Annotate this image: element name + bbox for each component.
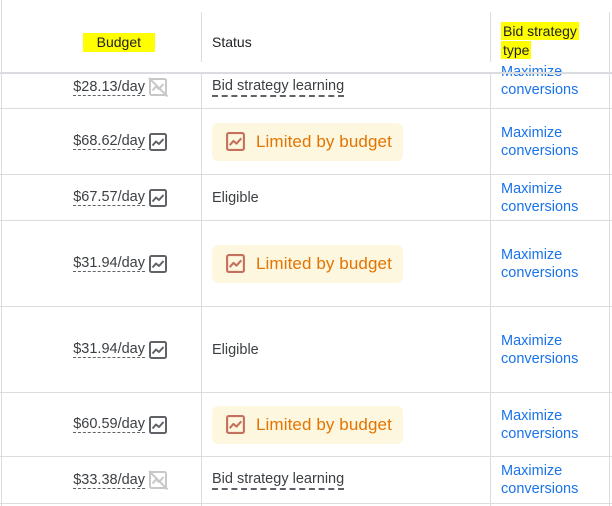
bid-header-label-line2: type — [501, 41, 532, 59]
bid-strategy-line1: Maximize — [501, 180, 563, 197]
budget-value[interactable]: $68.62/day — [73, 133, 145, 150]
bid-strategy-line2: conversions — [501, 264, 579, 281]
budget-cell: $31.94/day — [2, 221, 201, 306]
bid-strategy-cell: Maximize conversions — [491, 175, 612, 220]
budget-cell: $60.59/day — [2, 393, 201, 456]
status-header-label: Status — [212, 34, 252, 50]
bid-strategy-link[interactable]: Maximize conversions — [501, 124, 578, 160]
status-learning-label[interactable]: Bid strategy learning — [212, 78, 345, 97]
header-divider — [0, 72, 612, 74]
chart-icon[interactable] — [148, 340, 168, 360]
bid-header-label-line1: Bid strategy — [501, 22, 579, 40]
status-label: Limited by budget — [256, 414, 392, 434]
bid-strategy-line1: Maximize — [501, 124, 563, 141]
status-cell: Limited by budget — [202, 221, 490, 306]
bid-strategy-line2: conversions — [501, 481, 579, 497]
bid-strategy-link[interactable]: Maximize conversions — [501, 332, 578, 368]
bid-strategy-line1: Maximize — [501, 246, 563, 263]
budget-value[interactable]: $31.94/day — [73, 341, 145, 358]
bid-strategy-link[interactable]: Maximize conversions — [501, 462, 578, 498]
status-cell: Limited by budget — [202, 109, 490, 174]
bid-strategy-line1: Maximize — [501, 463, 563, 479]
bid-strategy-link[interactable]: Maximize conversions — [501, 64, 578, 98]
budget-value[interactable]: $31.94/day — [73, 255, 145, 272]
budget-value[interactable]: $28.13/day — [73, 79, 145, 96]
bid-strategy-cell: Maximize conversions — [491, 457, 612, 503]
budget-header-label: Budget — [82, 32, 155, 52]
bid-strategy-cell: Maximize conversions — [491, 307, 612, 392]
chart-warning-icon — [226, 415, 245, 434]
limited-by-budget-badge[interactable]: Limited by budget — [212, 405, 403, 444]
status-label: Limited by budget — [256, 253, 392, 273]
chart-icon[interactable] — [148, 254, 168, 274]
budget-cell: $68.62/day — [2, 109, 201, 174]
bid-strategy-line2: conversions — [501, 198, 579, 215]
bid-strategy-cell: Maximize conversions — [491, 64, 612, 98]
bid-strategy-line1: Maximize — [501, 407, 563, 424]
chart-warning-icon — [226, 132, 245, 151]
bid-strategy-line2: conversions — [501, 82, 579, 98]
chart-icon[interactable] — [148, 188, 168, 208]
budget-cell: $31.94/day — [2, 307, 201, 392]
budget-cell: $33.38/day — [2, 457, 201, 503]
budget-cell: $28.13/day — [2, 70, 201, 104]
status-cell: Bid strategy learning — [202, 70, 490, 104]
chart-icon[interactable] — [148, 132, 168, 152]
budget-value[interactable]: $33.38/day — [73, 472, 145, 489]
chart-disabled-icon — [148, 77, 168, 97]
bid-strategy-link[interactable]: Maximize conversions — [501, 180, 578, 216]
bid-strategy-cell: Maximize conversions — [491, 109, 612, 174]
budget-value[interactable]: $60.59/day — [73, 416, 145, 433]
bid-strategy-line2: conversions — [501, 142, 579, 159]
status-learning-label[interactable]: Bid strategy learning — [212, 471, 345, 490]
chart-icon[interactable] — [148, 415, 168, 435]
bid-strategy-cell: Maximize conversions — [491, 393, 612, 456]
chart-warning-icon — [226, 254, 245, 273]
campaign-table: $28.13/day Bid strategy learning Maximize… — [0, 0, 612, 506]
bid-strategy-link[interactable]: Maximize conversions — [501, 246, 578, 282]
status-cell: Limited by budget — [202, 393, 490, 456]
budget-value[interactable]: $67.57/day — [73, 189, 145, 206]
status-cell: Eligible — [202, 307, 490, 392]
bid-strategy-line2: conversions — [501, 350, 579, 367]
status-cell: Bid strategy learning — [202, 457, 490, 503]
status-label: Eligible — [212, 189, 259, 206]
budget-cell: $67.57/day — [2, 175, 201, 220]
limited-by-budget-badge[interactable]: Limited by budget — [212, 122, 403, 161]
bid-strategy-line1: Maximize — [501, 332, 563, 349]
bid-strategy-cell: Maximize conversions — [491, 221, 612, 306]
column-header-budget[interactable]: Budget — [2, 30, 201, 54]
row-divider — [0, 503, 612, 504]
bid-strategy-line2: conversions — [501, 425, 579, 442]
status-cell: Eligible — [202, 175, 490, 220]
limited-by-budget-badge[interactable]: Limited by budget — [212, 244, 403, 283]
chart-disabled-icon — [148, 470, 168, 490]
bid-strategy-link[interactable]: Maximize conversions — [501, 407, 578, 443]
column-header-bid-strategy-type[interactable]: Bid strategy type — [491, 22, 612, 62]
status-label: Limited by budget — [256, 131, 392, 151]
column-header-status[interactable]: Status — [202, 30, 490, 54]
status-label: Eligible — [212, 341, 259, 358]
